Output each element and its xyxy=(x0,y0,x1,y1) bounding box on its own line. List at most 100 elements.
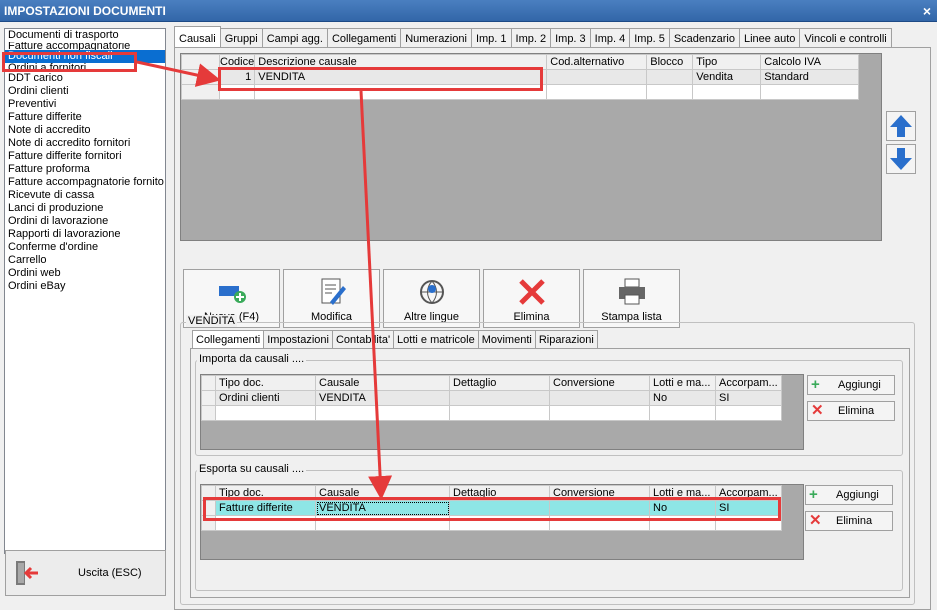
close-icon[interactable]: × xyxy=(923,0,931,22)
importa-aggiungi-button[interactable]: + Aggiungi xyxy=(807,375,895,395)
col-causale[interactable]: Causale xyxy=(315,375,450,391)
exit-label: Uscita (ESC) xyxy=(78,567,142,579)
col-blocco[interactable]: Blocco xyxy=(646,54,694,70)
cell-cod-alternativo[interactable] xyxy=(546,69,648,85)
tab-imp2[interactable]: Imp. 2 xyxy=(510,28,552,48)
doc-item[interactable]: Lanci di produzione xyxy=(5,202,165,215)
subtab-lotti-matricole[interactable]: Lotti e matricole xyxy=(393,330,479,348)
arrow-up-icon xyxy=(890,115,912,137)
edit-document-icon xyxy=(321,278,346,305)
subtab-contabilita[interactable]: Contabilita' xyxy=(331,330,395,348)
subtab-riparazioni[interactable]: Riparazioni xyxy=(534,330,598,348)
window-title: IMPOSTAZIONI DOCUMENTI xyxy=(4,4,166,18)
cell-dettaglio[interactable] xyxy=(449,390,550,406)
doc-item[interactable]: Conferme d'ordine xyxy=(5,241,165,254)
esporta-elimina-button[interactable]: ✕ Elimina xyxy=(805,511,893,531)
table-row-empty[interactable] xyxy=(201,405,782,421)
col-accorpam[interactable]: Accorpam... xyxy=(715,375,782,391)
importa-elimina-button[interactable]: ✕ Elimina xyxy=(807,401,895,421)
importa-grid[interactable]: Tipo doc. Causale Dettaglio Conversione … xyxy=(200,374,804,450)
tab-linee-auto[interactable]: Linee auto xyxy=(738,28,801,48)
move-up-button[interactable] xyxy=(886,111,916,141)
cell-empty[interactable] xyxy=(715,405,782,421)
tab-gruppi[interactable]: Gruppi xyxy=(219,28,263,48)
exit-button[interactable]: Uscita (ESC) xyxy=(5,550,166,596)
move-down-button[interactable] xyxy=(886,144,916,174)
cell-empty[interactable] xyxy=(646,84,694,100)
highlight-esporta-row xyxy=(203,497,781,521)
cell-empty[interactable] xyxy=(549,405,650,421)
aggiungi-label: Aggiungi xyxy=(836,489,879,501)
tab-imp5[interactable]: Imp. 5 xyxy=(629,28,670,48)
row-header-corner xyxy=(181,54,220,70)
subtab-impostazioni[interactable]: Impostazioni xyxy=(263,330,333,348)
cell-causale[interactable]: VENDITA xyxy=(315,390,450,406)
doc-item[interactable]: Fatture accompagnatorie fornito xyxy=(5,176,165,189)
tab-imp4[interactable]: Imp. 4 xyxy=(589,28,631,48)
col-tipo[interactable]: Tipo xyxy=(692,54,762,70)
cell-empty[interactable] xyxy=(215,405,316,421)
col-cod-alternativo[interactable]: Cod.alternativo xyxy=(546,54,648,70)
table-row[interactable]: Ordini clienti VENDITA No SI xyxy=(201,390,782,406)
delete-x-icon: ✕ xyxy=(811,402,824,419)
importa-title: Importa da causali .... xyxy=(197,353,307,365)
tab-imp3[interactable]: Imp. 3 xyxy=(550,28,591,48)
cell-lotti[interactable]: No xyxy=(649,390,716,406)
doc-item[interactable]: Ordini clienti xyxy=(5,85,165,98)
doc-item[interactable]: Ordini eBay xyxy=(5,280,165,293)
subtab-collegamenti[interactable]: Collegamenti xyxy=(192,330,265,348)
doc-item[interactable]: Documenti di trasporto xyxy=(5,29,165,42)
new-record-icon xyxy=(218,286,246,303)
tab-vincoli[interactable]: Vincoli e controlli xyxy=(799,28,892,48)
cell-empty[interactable] xyxy=(692,84,762,100)
row-header xyxy=(201,405,216,421)
subtab-movimenti[interactable]: Movimenti xyxy=(477,330,536,348)
tab-causali[interactable]: Causali xyxy=(174,26,221,48)
tab-numerazioni[interactable]: Numerazioni xyxy=(400,28,472,48)
doc-item[interactable]: DDT carico xyxy=(5,72,165,85)
cell-tipo[interactable]: Vendita xyxy=(692,69,762,85)
elimina-button[interactable]: Elimina xyxy=(483,269,580,328)
doc-item[interactable]: Fatture proforma xyxy=(5,163,165,176)
cell-empty[interactable] xyxy=(315,405,450,421)
cell-tipo-doc[interactable]: Ordini clienti xyxy=(215,390,316,406)
doc-item[interactable]: Ordini web xyxy=(5,267,165,280)
settings-window: Documenti di trasporto Fatture accompagn… xyxy=(0,22,937,610)
stampa-lista-button[interactable]: Stampa lista xyxy=(583,269,680,328)
globe-pin-icon xyxy=(419,280,444,304)
doc-item[interactable]: Note di accredito fornitori xyxy=(5,137,165,150)
cell-calcolo-iva[interactable]: Standard xyxy=(760,69,860,85)
cell-empty[interactable] xyxy=(649,405,716,421)
cell-conversione[interactable] xyxy=(549,390,650,406)
col-tipo-doc[interactable]: Tipo doc. xyxy=(215,375,316,391)
doc-item[interactable]: Preventivi xyxy=(5,98,165,111)
tab-campi-agg[interactable]: Campi agg. xyxy=(261,28,328,48)
cell-empty[interactable] xyxy=(449,405,550,421)
cell-blocco[interactable] xyxy=(646,69,694,85)
col-dettaglio[interactable]: Dettaglio xyxy=(449,375,550,391)
col-lotti[interactable]: Lotti e ma... xyxy=(649,375,716,391)
cell-empty[interactable] xyxy=(546,84,648,100)
col-conversione[interactable]: Conversione xyxy=(549,375,650,391)
modifica-button[interactable]: Modifica xyxy=(283,269,380,328)
document-type-list[interactable]: Documenti di trasporto Fatture accompagn… xyxy=(4,28,166,554)
tab-imp1[interactable]: Imp. 1 xyxy=(470,28,512,48)
doc-item[interactable]: Rapporti di lavorazione xyxy=(5,228,165,241)
arrow-down-icon xyxy=(890,148,912,170)
esporta-grid[interactable]: Tipo doc. Causale Dettaglio Conversione … xyxy=(200,484,804,560)
doc-item[interactable]: Ordini di lavorazione xyxy=(5,215,165,228)
doc-item[interactable]: Fatture differite xyxy=(5,111,165,124)
tab-collegamenti[interactable]: Collegamenti xyxy=(326,28,402,48)
tab-scadenzario[interactable]: Scadenzario xyxy=(668,28,740,48)
doc-item[interactable]: Carrello xyxy=(5,254,165,267)
exit-door-icon xyxy=(12,558,42,588)
doc-item[interactable]: Note di accredito xyxy=(5,124,165,137)
cell-accorpam[interactable]: SI xyxy=(715,390,782,406)
doc-item[interactable]: Fatture accompagnatorie xyxy=(5,42,165,50)
cell-empty[interactable] xyxy=(760,84,860,100)
col-calcolo-iva[interactable]: Calcolo IVA xyxy=(760,54,860,70)
altre-lingue-button[interactable]: Altre lingue xyxy=(383,269,480,328)
doc-item[interactable]: Fatture differite fornitori xyxy=(5,150,165,163)
doc-item[interactable]: Ricevute di cassa xyxy=(5,189,165,202)
esporta-aggiungi-button[interactable]: + Aggiungi xyxy=(805,485,893,505)
